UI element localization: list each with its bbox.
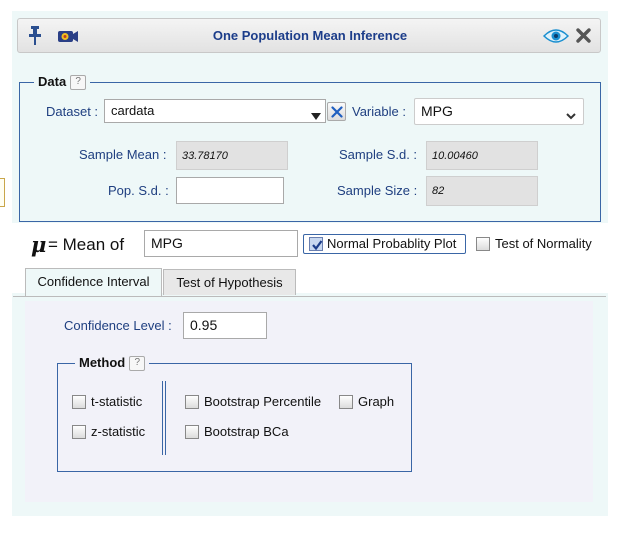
method-help-icon[interactable]: ?	[129, 356, 146, 372]
method-fieldset	[57, 363, 412, 472]
clear-x-icon	[331, 106, 343, 118]
dataset-value: cardata	[111, 103, 155, 118]
confidence-level-input[interactable]: 0.95	[183, 312, 267, 339]
variable-select[interactable]: MPG	[414, 98, 584, 125]
bootstrap-percentile-checkbox[interactable]	[185, 395, 199, 409]
mu-symbol: μ	[31, 232, 47, 257]
normal-plot-label: Normal Probablity Plot	[327, 236, 457, 251]
pop-sd-input[interactable]	[176, 177, 284, 204]
tab-test-of-hypothesis-label: Test of Hypothesis	[176, 275, 283, 290]
method-legend: Method?	[75, 355, 150, 372]
sample-size-value: 82	[426, 176, 538, 206]
graph-checkbox[interactable]	[339, 395, 353, 409]
sample-sd-value: 10.00460	[426, 141, 538, 170]
dropdown-arrow-icon	[311, 108, 321, 123]
eye-icon[interactable]	[542, 28, 570, 44]
tab-confidence-interval-label: Confidence Interval	[37, 274, 150, 289]
normality-test-checkbox[interactable]	[476, 237, 490, 251]
chevron-down-icon	[566, 108, 576, 123]
sample-mean-label: Sample Mean :	[79, 147, 167, 162]
variable-value: MPG	[421, 103, 453, 119]
z-statistic-checkbox[interactable]	[72, 425, 86, 439]
method-divider	[162, 381, 166, 455]
data-help-icon[interactable]: ?	[70, 75, 87, 91]
pop-sd-label: Pop. S.d. :	[108, 183, 169, 198]
method-legend-label: Method	[79, 355, 126, 370]
bootstrap-bca-label: Bootstrap BCa	[204, 424, 289, 439]
tab-confidence-interval[interactable]: Confidence Interval	[25, 268, 162, 296]
bootstrap-percentile-label: Bootstrap Percentile	[204, 394, 322, 409]
data-legend: Data?	[34, 74, 91, 91]
dataset-label: Dataset :	[46, 104, 99, 119]
mean-of-input[interactable]: MPG	[144, 230, 298, 257]
dataset-select[interactable]: cardata	[104, 99, 326, 123]
normal-probability-plot-option[interactable]: Normal Probablity Plot	[303, 234, 466, 254]
t-statistic-checkbox[interactable]	[72, 395, 86, 409]
normal-plot-checkbox[interactable]	[309, 237, 323, 251]
z-statistic-label: z-statistic	[91, 424, 146, 439]
t-statistic-label: t-statistic	[91, 394, 143, 409]
sample-size-label: Sample Size :	[337, 183, 418, 198]
confidence-level-label: Confidence Level :	[64, 318, 172, 333]
title-bar: One Population Mean Inference	[17, 18, 601, 53]
window-title: One Population Mean Inference	[212, 28, 408, 43]
normality-test-label: Test of Normality	[495, 236, 592, 251]
data-legend-label: Data	[38, 74, 67, 89]
variable-label: Variable :	[352, 104, 406, 119]
sample-sd-label: Sample S.d. :	[339, 147, 418, 162]
tab-test-of-hypothesis[interactable]: Test of Hypothesis	[163, 269, 296, 295]
checkmark-icon	[312, 240, 323, 251]
clear-dataset-button[interactable]	[327, 102, 346, 121]
bootstrap-bca-checkbox[interactable]	[185, 425, 199, 439]
mean-of-label: = Mean of	[48, 235, 125, 254]
partial-offscreen-box	[0, 178, 5, 207]
close-icon[interactable]	[576, 28, 591, 43]
graph-label: Graph	[358, 394, 395, 409]
sample-mean-value: 33.78170	[176, 141, 288, 170]
